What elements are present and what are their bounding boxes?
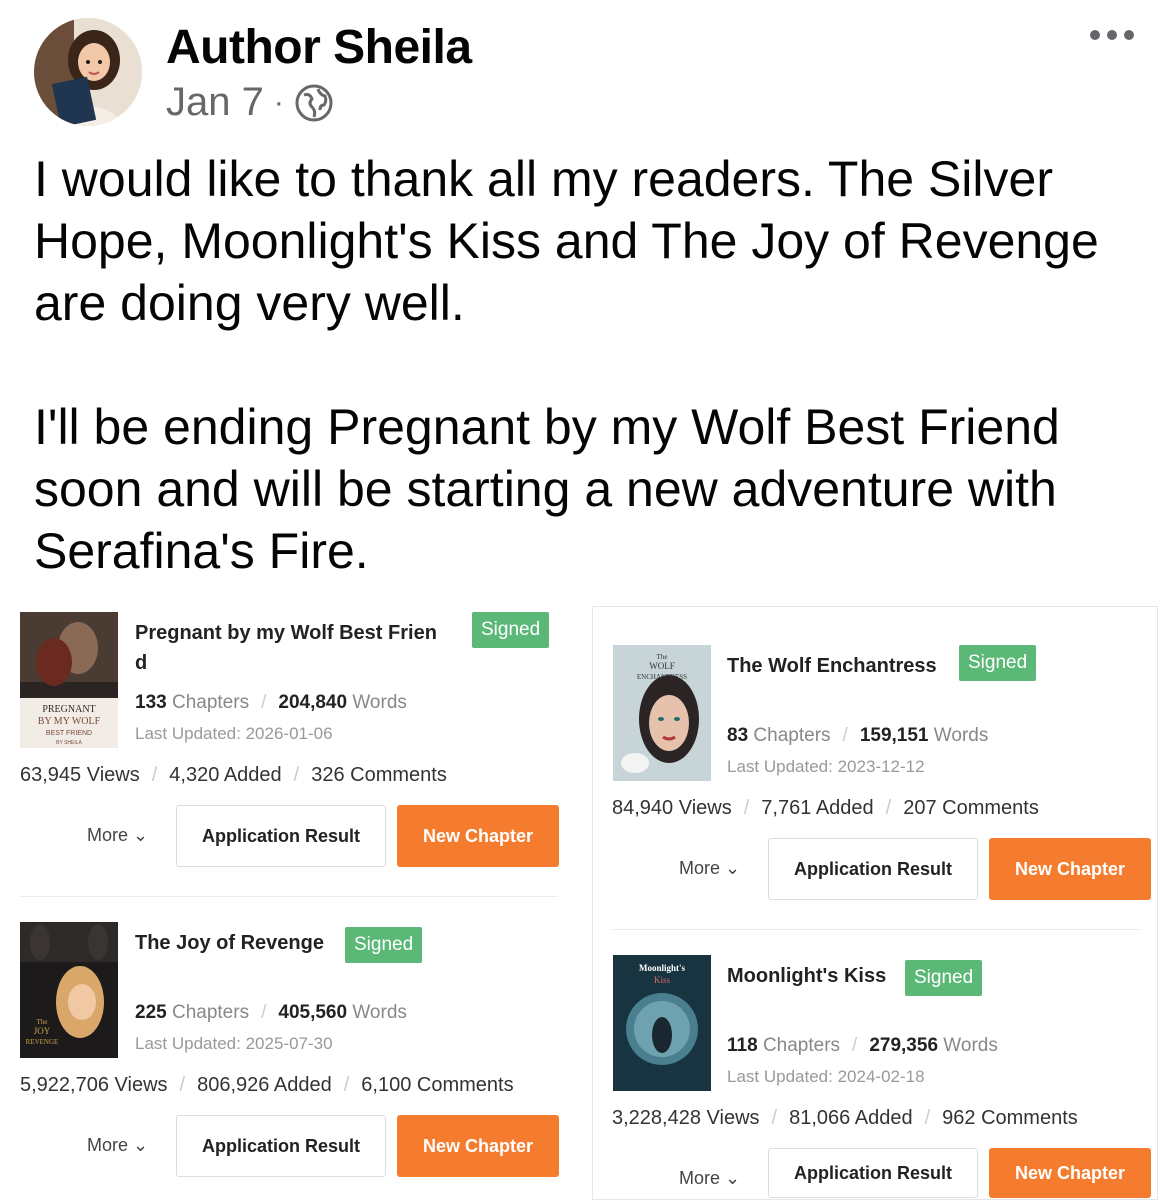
application-result-button[interactable]: Application Result bbox=[768, 1148, 978, 1198]
book-panel-right: The WOLF ENCHANTRESS The Wolf Enchantres… bbox=[592, 606, 1158, 1200]
more-dropdown[interactable]: More ⌄ bbox=[679, 858, 740, 879]
book-stats: 83 Chapters/159,151 Words bbox=[727, 725, 989, 746]
chevron-down-icon: ⌄ bbox=[725, 858, 741, 878]
signed-badge: Signed bbox=[345, 927, 423, 963]
divider bbox=[612, 929, 1140, 930]
book-title[interactable]: Moonlight's Kiss bbox=[727, 961, 886, 991]
last-updated: Last Updated: 2024-02-18 bbox=[727, 1067, 925, 1086]
book-counts: 63,945 Views/4,320 Added/326 Comments bbox=[20, 764, 447, 786]
book-title-line: d bbox=[135, 652, 148, 674]
globe-icon bbox=[294, 83, 334, 123]
last-updated: Last Updated: 2025-07-30 bbox=[135, 1034, 333, 1053]
post-meta: Jan 7 · bbox=[166, 80, 334, 125]
signed-badge: Signed bbox=[905, 960, 983, 996]
post-text: I would like to thank all my readers. Th… bbox=[34, 148, 1144, 582]
new-chapter-button[interactable]: New Chapter bbox=[397, 805, 559, 867]
book-counts: 3,228,428 Views/81,066 Added/962 Comment… bbox=[612, 1107, 1078, 1129]
new-chapter-button[interactable]: New Chapter bbox=[989, 838, 1151, 900]
cover-text: JOY bbox=[34, 1026, 51, 1036]
book-card: Moonlight's Kiss Moonlight's Kiss Signed… bbox=[593, 949, 1159, 1200]
application-result-button[interactable]: Application Result bbox=[176, 1115, 386, 1177]
cover-text: PREGNANT bbox=[42, 704, 95, 715]
more-dropdown[interactable]: More ⌄ bbox=[87, 1135, 148, 1156]
book-card: The JOY REVENGE The Joy of Revenge Signe… bbox=[0, 916, 578, 1200]
application-result-button[interactable]: Application Result bbox=[768, 838, 978, 900]
book-title[interactable]: The Wolf Enchantress bbox=[727, 651, 937, 681]
book-cover[interactable]: The JOY REVENGE bbox=[20, 922, 118, 1058]
meta-separator: · bbox=[273, 85, 284, 119]
new-chapter-button[interactable]: New Chapter bbox=[397, 1115, 559, 1177]
book-stats: 118 Chapters/279,356 Words bbox=[727, 1035, 998, 1056]
post-paragraph-2: I'll be ending Pregnant by my Wolf Best … bbox=[34, 399, 1060, 579]
cover-text: BEST FRIEND bbox=[46, 730, 92, 737]
last-updated: Last Updated: 2023-12-12 bbox=[727, 757, 925, 776]
cover-text: The bbox=[37, 1018, 48, 1026]
book-title-line: Pregnant by my Wolf Best Frien bbox=[135, 622, 437, 644]
post-date[interactable]: Jan 7 bbox=[166, 80, 264, 125]
signed-badge: Signed bbox=[959, 645, 1037, 681]
book-title[interactable]: Pregnant by my Wolf Best Frien d bbox=[135, 618, 465, 678]
book-card: The WOLF ENCHANTRESS The Wolf Enchantres… bbox=[593, 639, 1159, 929]
avatar-image bbox=[34, 18, 142, 126]
author-name[interactable]: Author Sheila bbox=[166, 20, 472, 75]
divider bbox=[20, 896, 558, 897]
book-panel-left: PREGNANT BY MY WOLF BEST FRIEND BY SHEIL… bbox=[0, 606, 578, 1200]
new-chapter-button[interactable]: New Chapter bbox=[989, 1148, 1151, 1198]
book-cover[interactable]: The WOLF ENCHANTRESS bbox=[613, 645, 711, 781]
book-stats: 225 Chapters/405,560 Words bbox=[135, 1002, 407, 1023]
last-updated: Last Updated: 2026-01-06 bbox=[135, 724, 333, 743]
chevron-down-icon: ⌄ bbox=[725, 1168, 741, 1188]
cover-text: Kiss bbox=[654, 975, 671, 985]
book-cover[interactable]: Moonlight's Kiss bbox=[613, 955, 711, 1091]
book-stats: 133 Chapters/204,840 Words bbox=[135, 692, 407, 713]
more-dropdown[interactable]: More ⌄ bbox=[679, 1168, 740, 1189]
signed-badge: Signed bbox=[472, 612, 550, 648]
post-paragraph-1: I would like to thank all my readers. Th… bbox=[34, 151, 1099, 331]
application-result-button[interactable]: Application Result bbox=[176, 805, 386, 867]
book-counts: 84,940 Views/7,761 Added/207 Comments bbox=[612, 797, 1039, 819]
avatar[interactable] bbox=[34, 18, 142, 126]
cover-text: BY MY WOLF bbox=[38, 716, 101, 727]
cover-text: Moonlight's bbox=[639, 963, 686, 973]
book-title[interactable]: The Joy of Revenge bbox=[135, 928, 324, 958]
book-cover[interactable]: PREGNANT BY MY WOLF BEST FRIEND BY SHEIL… bbox=[20, 612, 118, 748]
post-header: Author Sheila Jan 7 · bbox=[0, 0, 1170, 140]
chevron-down-icon: ⌄ bbox=[133, 825, 149, 845]
cover-text: The bbox=[657, 653, 668, 661]
more-dropdown[interactable]: More ⌄ bbox=[87, 825, 148, 846]
more-options-icon[interactable] bbox=[1090, 30, 1134, 40]
cover-text: ENCHANTRESS bbox=[637, 673, 687, 681]
cover-text: WOLF bbox=[649, 661, 675, 671]
cover-text: BY SHEILA bbox=[56, 740, 82, 746]
chevron-down-icon: ⌄ bbox=[133, 1135, 149, 1155]
cover-text: REVENGE bbox=[26, 1038, 59, 1046]
book-counts: 5,922,706 Views/806,926 Added/6,100 Comm… bbox=[20, 1074, 514, 1096]
book-card: PREGNANT BY MY WOLF BEST FRIEND BY SHEIL… bbox=[0, 606, 578, 896]
